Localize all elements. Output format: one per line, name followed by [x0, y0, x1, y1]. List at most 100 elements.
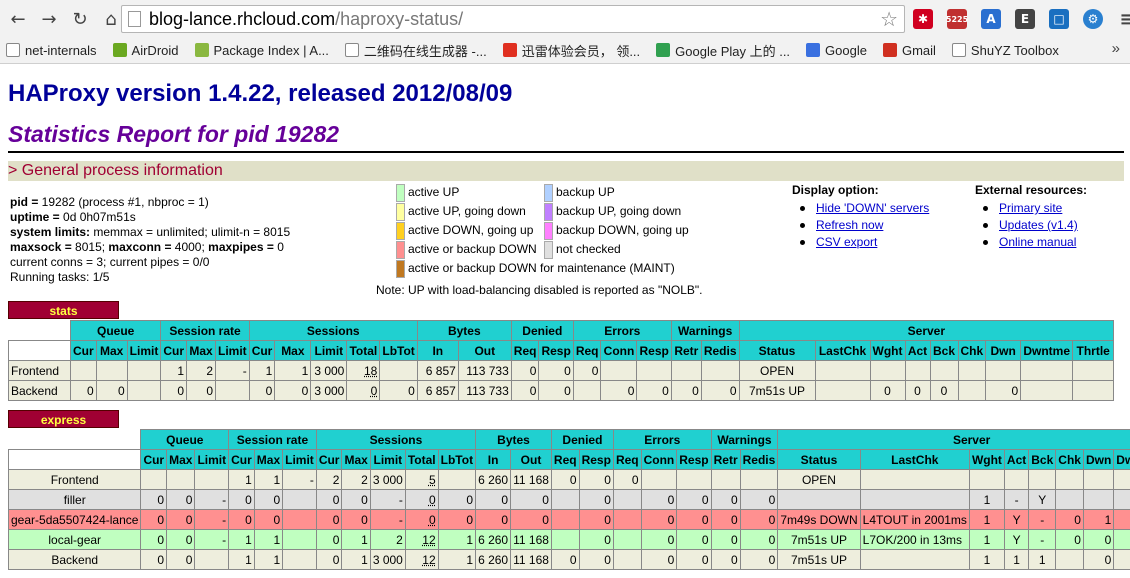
extension-red-icon[interactable]: ✱	[913, 9, 933, 29]
table-cell: Y	[1003, 529, 1030, 550]
table-cell: 0	[640, 529, 678, 550]
table-row: Frontend 1 2-1 1 3 000 18 6 857 113 733 0 0 0 OPEN	[8, 360, 1115, 381]
bookmark-item[interactable]: Google Play 上的 ...	[656, 41, 790, 60]
row-name[interactable]: local-gear	[7, 529, 142, 550]
screen-icon[interactable]: □	[1049, 9, 1069, 29]
gear-icon[interactable]: ⚙	[1083, 9, 1103, 29]
online-manual-link[interactable]: Online manual	[999, 235, 1076, 249]
row-name[interactable]: Backend	[8, 380, 71, 401]
table-cell: OPEN	[777, 469, 861, 490]
bookmark-item[interactable]: 迅雷体验会员， 领...	[502, 41, 640, 60]
evernote-icon[interactable]: E	[1015, 9, 1035, 29]
table-cell: 0	[676, 509, 712, 530]
table-cell: 0	[248, 380, 276, 401]
table-cell: 1	[160, 360, 188, 381]
bookmark-item[interactable]: Google	[806, 43, 867, 58]
legend-swatch	[396, 184, 405, 202]
legend-item: active UP	[396, 184, 459, 203]
table-cell: 0	[186, 380, 217, 401]
legend-label: backup DOWN, going up	[556, 223, 689, 237]
menu-icon[interactable]: ≡	[1117, 9, 1130, 30]
process-info-key: pid =	[10, 195, 42, 209]
column-header: Cur	[228, 449, 255, 470]
row-name[interactable]: filler	[7, 489, 142, 510]
table-cell: 2	[186, 360, 217, 381]
extension-badge-icon[interactable]: 5225	[946, 9, 968, 29]
address-bar[interactable]: blog-lance.rhcloud.com /haproxy-status/ …	[121, 5, 905, 33]
process-info-value: current conns = 3; current pipes = 0/0	[10, 255, 210, 269]
bookmark-item[interactable]: Gmail	[882, 43, 936, 58]
table-cell: 0	[510, 360, 540, 381]
table-cell	[985, 360, 1022, 381]
column-group-header: Queue	[140, 429, 230, 450]
hide-down-servers-link[interactable]: Hide 'DOWN' servers	[816, 201, 929, 215]
table-cell	[612, 509, 642, 530]
column-header: In	[475, 449, 512, 470]
bookmark-item[interactable]: net-internals	[6, 43, 97, 58]
row-name[interactable]: Backend	[7, 549, 142, 570]
csv-export-link[interactable]: CSV export	[816, 235, 877, 249]
table-cell: -	[369, 489, 406, 510]
table-cell: 0	[404, 489, 439, 510]
android-icon	[194, 43, 209, 57]
reload-icon[interactable]: ↻	[68, 7, 92, 31]
bookmark-item[interactable]: Package Index | A...	[194, 43, 329, 58]
column-group-header: Errors	[612, 429, 712, 450]
legend-label: active UP	[408, 185, 460, 199]
table-cell	[126, 360, 162, 381]
table-cell: 0	[578, 489, 614, 510]
bookmark-item[interactable]: AirDroid	[112, 43, 179, 58]
table-cell: 6 260	[475, 549, 512, 570]
table-cell: 0	[676, 549, 712, 570]
column-header: Req	[612, 449, 642, 470]
external-resources: External resources: Primary site Updates…	[975, 183, 1087, 252]
legend-swatch	[396, 260, 405, 278]
process-info-line: pid = 19282 (process #1, nbproc = 1)	[10, 195, 290, 210]
table-cell	[612, 549, 642, 570]
process-info-line: system limits: memmax = unlimited; ulimi…	[10, 225, 290, 240]
browser-toolbar: ← → ↻ ⌂ blog-lance.rhcloud.com /haproxy-…	[0, 0, 1130, 38]
table-cell	[957, 360, 987, 381]
updates-link[interactable]: Updates (v1.4)	[999, 218, 1078, 232]
refresh-now-link[interactable]: Refresh now	[816, 218, 883, 232]
table-cell: L7OK/200 in 13ms	[859, 529, 970, 550]
back-arrow-icon[interactable]: ←	[6, 7, 30, 31]
table-cell	[572, 380, 602, 401]
primary-site-link[interactable]: Primary site	[999, 201, 1062, 215]
legend-label: backup UP, going down	[556, 204, 682, 218]
table-cell: 1	[968, 509, 1005, 530]
table-cell: 1	[968, 529, 1005, 550]
column-header: In	[416, 340, 459, 361]
bookmark-item[interactable]: 二维码在线生成器 -...	[344, 41, 487, 60]
table-cell: 12	[404, 529, 439, 550]
table-cell	[777, 489, 861, 510]
home-icon[interactable]: ⌂	[99, 7, 123, 31]
process-info-key: maxsock =	[10, 240, 76, 254]
table-cell	[859, 489, 970, 510]
proxy-name-express[interactable]: express	[8, 410, 119, 428]
header-blank	[8, 320, 71, 341]
translate-icon[interactable]: A	[981, 9, 1001, 29]
table-cell: OPEN	[738, 360, 816, 381]
bookmarks-bar: net-internals AirDroid Package Index | A..…	[0, 38, 1075, 62]
bookmark-star-icon[interactable]: ☆	[880, 7, 898, 32]
table-cell	[957, 380, 987, 401]
table-cell: 113 733	[457, 360, 512, 381]
row-name[interactable]: Frontend	[7, 469, 142, 490]
table-cell: -	[194, 509, 230, 530]
table-row: gear-5da5507424-lance 0 0-0 0 0 0-0 0 0 0 0 0 0 0 0 7m…	[7, 509, 1130, 530]
bookmark-item[interactable]: ShuYZ Toolbox	[951, 43, 1059, 58]
legend-item: not checked	[544, 241, 621, 260]
bookmarks-more-icon[interactable]: »	[1112, 40, 1120, 57]
process-info-value: Running tasks: 1/5	[10, 270, 110, 284]
table-cell: 5	[404, 469, 439, 490]
row-name[interactable]: gear-5da5507424-lance	[7, 509, 142, 530]
row-name[interactable]: Frontend	[8, 360, 71, 381]
column-header: Out	[510, 449, 552, 470]
proxy-name-stats[interactable]: stats	[8, 301, 119, 319]
forward-arrow-icon[interactable]: →	[37, 7, 61, 31]
table-cell	[700, 360, 740, 381]
table-cell: L4TOUT in 2001ms	[859, 509, 970, 530]
table-cell	[676, 469, 712, 490]
column-header: Bck	[1028, 449, 1057, 470]
